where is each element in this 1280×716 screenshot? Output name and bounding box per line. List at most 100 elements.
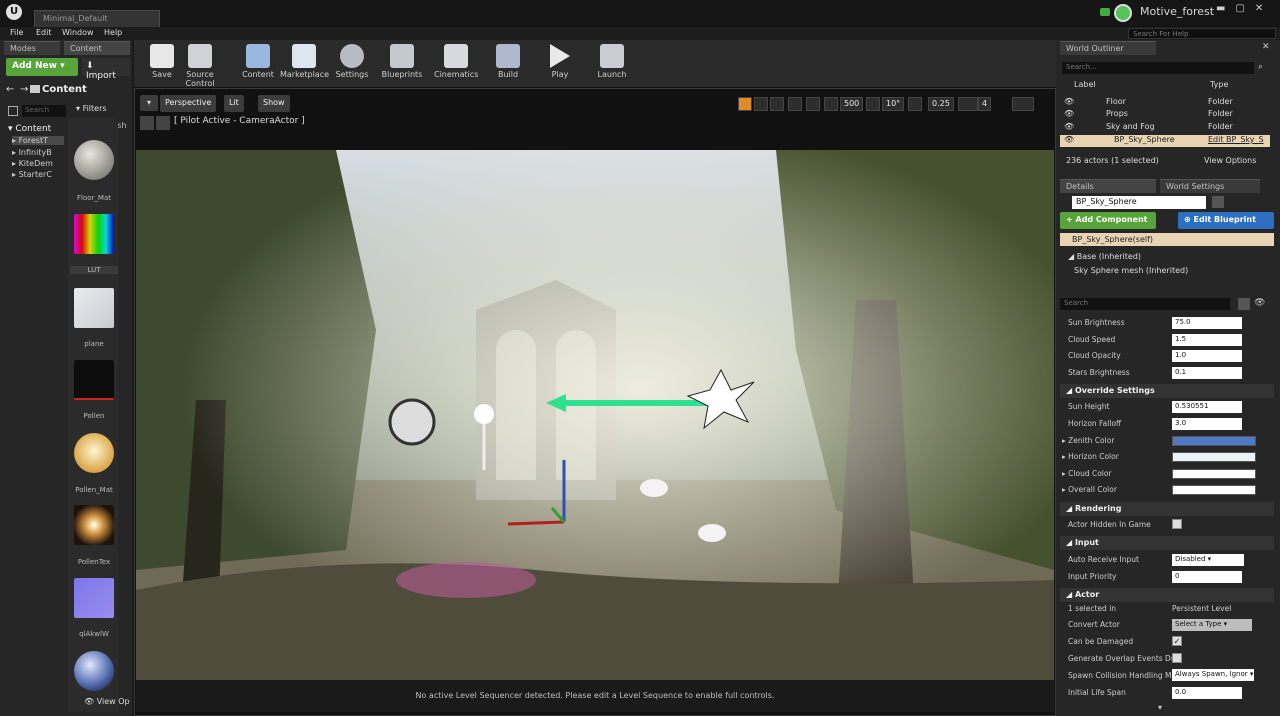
breadcrumb[interactable]: Content bbox=[42, 84, 87, 95]
rotation-snap-value[interactable]: 10° bbox=[882, 97, 905, 111]
prop-value-input[interactable]: 1.0 bbox=[1172, 350, 1242, 362]
play-button[interactable]: Play bbox=[538, 42, 582, 86]
input-priority-input[interactable]: 0 bbox=[1172, 571, 1242, 583]
label-column-header[interactable]: Label bbox=[1074, 80, 1096, 89]
component-self[interactable]: BP_Sky_Sphere(self) bbox=[1060, 233, 1274, 246]
component-mesh[interactable]: Sky Sphere mesh (Inherited) bbox=[1074, 266, 1188, 275]
import-button[interactable]: ⬇ Import bbox=[82, 58, 130, 81]
tree-starter[interactable]: ▸ StarterC bbox=[12, 170, 52, 179]
window-controls[interactable]: ▬▢✕ bbox=[1216, 3, 1273, 14]
asset-thumb[interactable] bbox=[74, 360, 114, 400]
menu-file[interactable]: File bbox=[10, 28, 23, 37]
add-new-button[interactable]: Add New ▾ bbox=[6, 58, 78, 76]
perspective-button[interactable]: Perspective bbox=[160, 95, 217, 112]
category-override-settings[interactable]: ◢ Override Settings bbox=[1060, 384, 1274, 398]
menu-window[interactable]: Window bbox=[62, 28, 94, 37]
translate-mode-icon[interactable] bbox=[738, 97, 752, 111]
asset-thumb[interactable] bbox=[74, 140, 114, 180]
tree-forest[interactable]: ▸ ForestT bbox=[12, 136, 64, 145]
view-options-button[interactable]: 👁 View Op bbox=[84, 697, 130, 706]
overall-color-swatch[interactable] bbox=[1172, 485, 1256, 495]
add-component-button[interactable]: + Add Component bbox=[1060, 212, 1156, 229]
actor-name-input[interactable]: BP_Sky_Sphere bbox=[1072, 196, 1206, 209]
notification-icon[interactable] bbox=[1114, 4, 1132, 22]
pilot-eject-icon[interactable] bbox=[140, 116, 154, 130]
spawn-collision-dropdown[interactable]: Always Spawn, Ignor ▾ bbox=[1172, 669, 1254, 681]
eye-icon[interactable]: 👁 bbox=[1254, 298, 1265, 308]
edit-blueprint-button[interactable]: ⊕ Edit Blueprint bbox=[1178, 212, 1274, 229]
asset-thumb[interactable] bbox=[74, 651, 114, 691]
tree-infinity[interactable]: ▸ InfinityB bbox=[12, 148, 52, 157]
chevron-down-icon[interactable]: ▾ bbox=[1158, 703, 1162, 712]
world-local-icon[interactable] bbox=[788, 97, 802, 111]
rotate-mode-icon[interactable] bbox=[754, 97, 768, 111]
close-icon[interactable]: ✕ bbox=[1262, 42, 1270, 52]
auto-receive-dropdown[interactable]: Disabled ▾ bbox=[1172, 554, 1244, 566]
outliner-row[interactable]: 👁 Props Folder bbox=[1060, 109, 1270, 121]
category-input[interactable]: ◢ Input bbox=[1060, 536, 1274, 550]
viewport-layout-icon[interactable] bbox=[1012, 97, 1034, 111]
menu-edit[interactable]: Edit bbox=[36, 28, 52, 37]
asset-thumb[interactable] bbox=[74, 578, 114, 618]
search-help-input[interactable]: Search For Help bbox=[1128, 28, 1276, 39]
grid-size-value[interactable]: 500 bbox=[840, 97, 864, 111]
filters-button[interactable]: ▾ Filters bbox=[76, 104, 107, 113]
prop-value-input[interactable]: 75.0 bbox=[1172, 317, 1242, 329]
cloud-color-swatch[interactable] bbox=[1172, 469, 1256, 479]
menu-help[interactable]: Help bbox=[104, 28, 122, 37]
show-button[interactable]: Show bbox=[258, 95, 290, 112]
edit-blueprint-link[interactable]: Edit BP_Sky_S bbox=[1208, 135, 1264, 144]
prop-value-input[interactable]: 0.1 bbox=[1172, 367, 1242, 379]
tab-details[interactable]: Details bbox=[1060, 179, 1156, 193]
category-actor[interactable]: ◢ Actor bbox=[1060, 588, 1274, 602]
lock-icon[interactable] bbox=[1212, 196, 1224, 208]
content-button[interactable]: Content bbox=[236, 42, 280, 86]
outliner-row[interactable]: 👁 Floor Folder bbox=[1060, 97, 1270, 109]
actor-hidden-checkbox[interactable] bbox=[1172, 519, 1182, 529]
back-arrow-icon[interactable]: ← bbox=[6, 84, 14, 95]
pilot-lock-icon[interactable] bbox=[156, 116, 170, 130]
camera-speed-icon[interactable] bbox=[958, 97, 978, 111]
scale-snap-value[interactable]: 0.25 bbox=[928, 97, 954, 111]
asset-thumb[interactable] bbox=[74, 288, 114, 328]
surface-snap-icon[interactable] bbox=[806, 97, 820, 111]
build-button[interactable]: Build bbox=[486, 42, 530, 86]
grid-snap-icon[interactable] bbox=[824, 97, 838, 111]
tree-content[interactable]: ▾ Content bbox=[8, 124, 51, 134]
settings-button[interactable]: Settings bbox=[330, 42, 374, 86]
outliner-search-input[interactable]: Search... bbox=[1062, 62, 1254, 74]
horizon-color-swatch[interactable] bbox=[1172, 452, 1256, 462]
folder-search-input[interactable]: Search bbox=[22, 105, 66, 117]
eye-icon[interactable]: 👁 bbox=[1064, 122, 1074, 131]
cinematics-button[interactable]: Cinematics bbox=[434, 42, 478, 86]
outliner-row[interactable]: 👁 Sky and Fog Folder bbox=[1060, 122, 1270, 134]
prop-value-input[interactable]: 3.0 bbox=[1172, 418, 1242, 430]
category-rendering[interactable]: ◢ Rendering bbox=[1060, 502, 1274, 516]
eye-icon[interactable]: 👁 bbox=[1064, 135, 1074, 144]
asset-thumb[interactable] bbox=[74, 214, 114, 254]
can-be-damaged-checkbox[interactable]: ✓ bbox=[1172, 636, 1182, 646]
source-control-button[interactable]: Source Control bbox=[172, 42, 228, 88]
rotation-snap-icon[interactable] bbox=[866, 97, 880, 111]
sources-toggle-icon[interactable] bbox=[8, 106, 18, 116]
forward-arrow-icon[interactable]: → bbox=[20, 84, 28, 95]
generate-overlap-checkbox[interactable] bbox=[1172, 653, 1182, 663]
component-base[interactable]: ◢ Base (Inherited) bbox=[1068, 252, 1141, 261]
prop-value-input[interactable]: 1.5 bbox=[1172, 334, 1242, 346]
eye-icon[interactable]: 👁 bbox=[1064, 109, 1074, 118]
level-tab[interactable]: Minimal_Default bbox=[34, 10, 160, 27]
zenith-color-swatch[interactable] bbox=[1172, 436, 1256, 446]
tab-content[interactable]: Content bbox=[64, 41, 130, 55]
camera-speed-value[interactable]: 4 bbox=[978, 97, 992, 111]
tab-world-outliner[interactable]: World Outliner bbox=[1060, 41, 1156, 55]
viewport-options-button[interactable]: ▾ bbox=[140, 95, 158, 111]
scale-snap-icon[interactable] bbox=[908, 97, 922, 111]
launch-button[interactable]: Launch bbox=[590, 42, 634, 86]
property-matrix-icon[interactable] bbox=[1238, 298, 1250, 310]
type-column-header[interactable]: Type bbox=[1210, 80, 1228, 89]
marketplace-button[interactable]: Marketplace bbox=[280, 42, 329, 86]
blueprints-button[interactable]: Blueprints bbox=[380, 42, 424, 86]
lit-button[interactable]: Lit bbox=[224, 95, 244, 112]
source-control-status-icon[interactable] bbox=[1100, 8, 1110, 16]
tab-modes[interactable]: Modes bbox=[4, 41, 60, 55]
